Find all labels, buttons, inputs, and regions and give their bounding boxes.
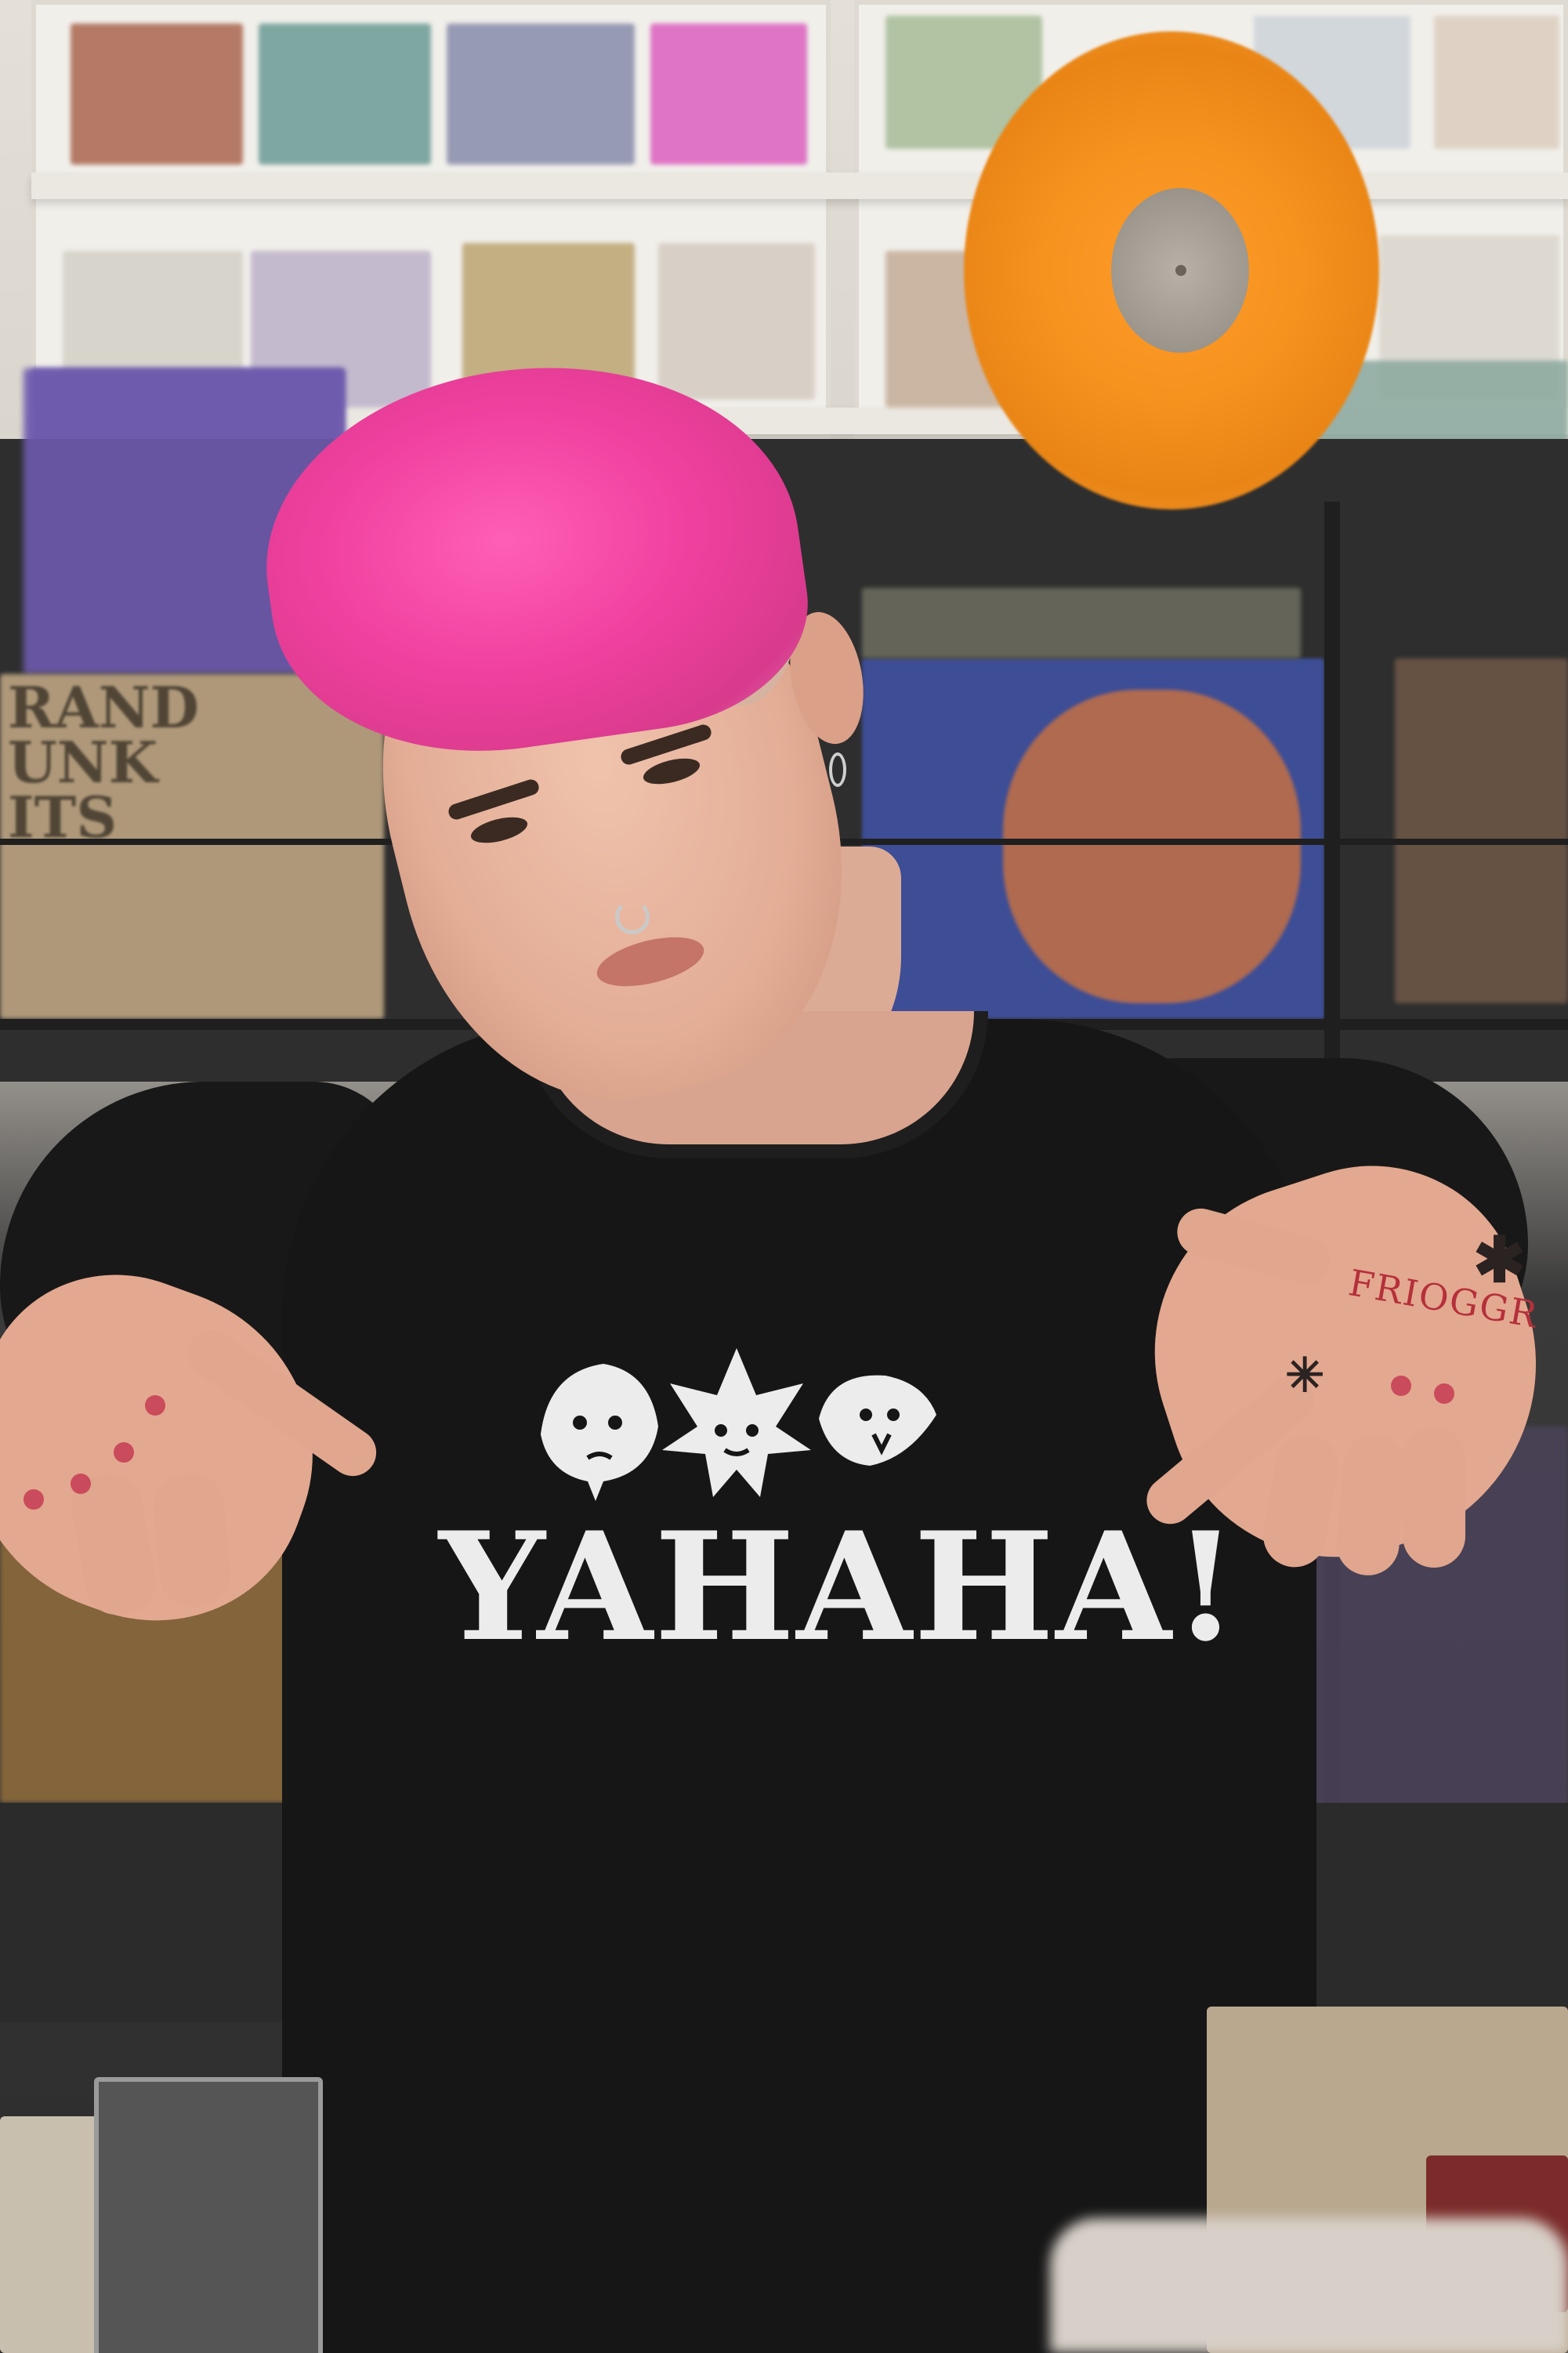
vinyl-spindle-hole	[1175, 265, 1186, 276]
record-cover	[259, 24, 431, 165]
shirt-print-icons	[541, 1348, 936, 1501]
foreground-blur-object	[1050, 2218, 1568, 2353]
record-cover	[658, 243, 815, 400]
hand-tattoo-flower	[71, 1474, 91, 1494]
record-store-scene: RAND UNK ITS YAHAHA! FRIOGGR ✱ ✳	[0, 0, 1568, 2353]
record-cover-tinted	[862, 588, 1301, 658]
leaf-face-icon	[541, 1364, 658, 1501]
record-cover	[1434, 16, 1559, 149]
left-finger	[150, 1470, 234, 1610]
hand-tattoo-flower	[1391, 1376, 1411, 1396]
hand-tattoo-flower	[24, 1489, 44, 1510]
maple-leaf-face-icon	[662, 1348, 811, 1497]
hand-tattoo-flower	[145, 1395, 165, 1416]
hand-tattoo-flower	[1434, 1383, 1454, 1404]
record-face-art	[1003, 690, 1301, 1003]
record-cover	[71, 24, 243, 165]
right-finger	[1403, 1427, 1465, 1568]
record-cover-side	[1395, 658, 1568, 1003]
foreground-record-sleeve	[94, 2077, 323, 2353]
hand-tattoo-spider: ✱	[1473, 1223, 1526, 1296]
hand-tattoo-flower	[114, 1442, 134, 1463]
hand-tattoo-cobweb: ✳	[1285, 1348, 1325, 1403]
nose-ring	[615, 900, 650, 934]
earring	[829, 752, 846, 787]
record-cover	[650, 24, 807, 165]
record-cover	[447, 24, 635, 165]
shirt-print-text: YAHAHA!	[439, 1499, 1240, 1674]
black-tshirt	[282, 1019, 1316, 2353]
leaf-face-icon	[819, 1375, 936, 1466]
